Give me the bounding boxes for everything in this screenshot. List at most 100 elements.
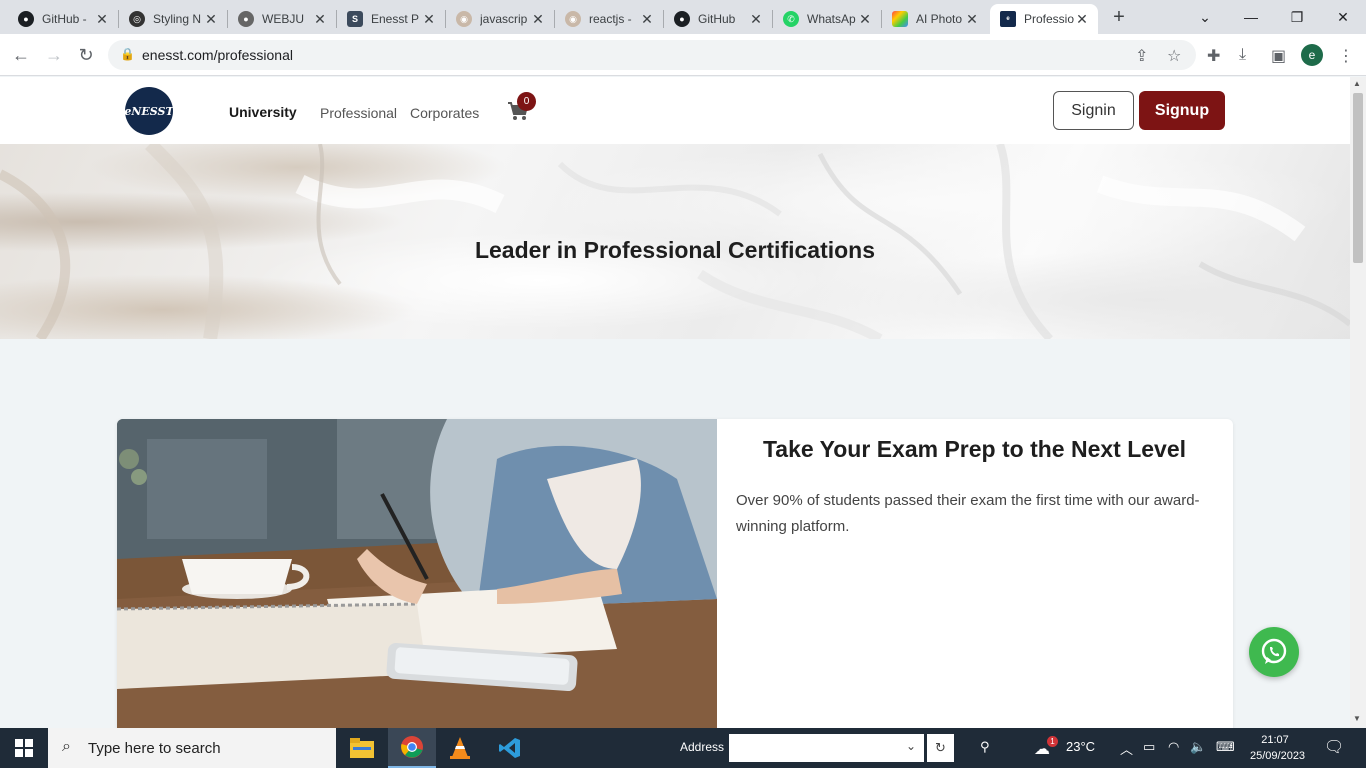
browser-tab-active[interactable]: e Professio ✕	[990, 4, 1098, 34]
keyboard-icon[interactable]: ⌨	[1216, 739, 1235, 755]
close-tab-icon[interactable]: ✕	[421, 11, 437, 28]
ai-photo-icon	[892, 11, 908, 27]
whatsapp-icon	[1261, 638, 1287, 664]
tab-search-icon[interactable]: ⌄	[1182, 4, 1228, 30]
windows-logo-icon	[15, 739, 33, 757]
nav-corporates[interactable]: Corporates	[410, 105, 479, 121]
page-viewport: eNESST University Professional Corporate…	[0, 77, 1350, 728]
wifi-icon[interactable]: ◠	[1168, 739, 1179, 755]
signin-button[interactable]: Signin	[1053, 91, 1134, 130]
address-toolbar-label: Address	[680, 740, 725, 754]
close-window-icon[interactable]: ✕	[1320, 4, 1366, 30]
browser-tab-8[interactable]: ✆ WhatsAp ✕	[773, 4, 881, 34]
volume-icon[interactable]: 🔈	[1190, 739, 1206, 755]
browser-toolbar: ← → ↻ 🔒 enesst.com/professional ⇪ ☆ ✚ ⤓ …	[0, 34, 1366, 76]
hero-title: Leader in Professional Certifications	[474, 237, 876, 263]
new-tab-button[interactable]: +	[1108, 6, 1130, 28]
browser-tab-5[interactable]: ◉ javascrip ✕	[446, 4, 554, 34]
github-icon: ●	[238, 11, 254, 27]
side-panel-icon[interactable]: ▣	[1271, 46, 1286, 66]
url-text[interactable]: enesst.com/professional	[142, 47, 293, 63]
card-title: Take Your Exam Prep to the Next Level	[762, 436, 1187, 462]
browser-tab-2[interactable]: ◎ Styling N ✕	[119, 4, 227, 34]
notifications-icon[interactable]: 🗨	[1324, 737, 1344, 757]
nav-professional[interactable]: Professional	[320, 105, 397, 121]
enesst-s-icon: S	[347, 11, 363, 27]
chevron-down-icon[interactable]: ⌄	[906, 739, 916, 753]
student-studying-image	[117, 419, 717, 728]
close-tab-icon[interactable]: ✕	[312, 11, 328, 28]
whatsapp-chat-button[interactable]	[1249, 627, 1299, 677]
close-tab-icon[interactable]: ✕	[203, 11, 219, 28]
scroll-up-icon[interactable]: ▲	[1353, 79, 1361, 88]
show-hidden-icons-chevron[interactable]: ︿	[1120, 739, 1133, 758]
stackoverflow-icon: ◉	[565, 11, 581, 27]
enesst-logo[interactable]: eNESST	[124, 87, 174, 135]
nav-university[interactable]: University	[229, 104, 297, 120]
weather-alert-badge: 1	[1047, 736, 1058, 747]
page-scrollbar[interactable]: ▲ ▼	[1350, 77, 1366, 728]
browser-tab-4[interactable]: S Enesst P ✕	[337, 4, 445, 34]
vlc-app[interactable]	[436, 728, 484, 768]
taskbar-search-placeholder: Type here to search	[88, 740, 221, 757]
address-bar[interactable]: 🔒 enesst.com/professional ⇪ ☆	[108, 40, 1196, 70]
vscode-icon	[499, 738, 520, 758]
stackoverflow-icon: ◉	[456, 11, 472, 27]
close-tab-icon[interactable]: ✕	[748, 11, 764, 28]
exam-prep-card: Take Your Exam Prep to the Next Level Ov…	[117, 419, 1233, 728]
browser-tab-7[interactable]: ● GitHub ✕	[664, 4, 772, 34]
close-tab-icon[interactable]: ✕	[639, 11, 655, 28]
address-go-button[interactable]: ↻	[927, 734, 954, 762]
site-header: eNESST University Professional Corporate…	[0, 77, 1350, 144]
browser-tab-bar: ● GitHub - ✕ ◎ Styling N ✕ ● WEBJU ✕ S E…	[0, 0, 1366, 34]
close-tab-icon[interactable]: ✕	[857, 11, 873, 28]
browser-tab-1[interactable]: ● GitHub - ✕	[8, 4, 118, 34]
battery-icon[interactable]: ▭	[1143, 739, 1155, 755]
share-icon[interactable]: ⇪	[1135, 46, 1148, 66]
close-tab-icon[interactable]: ✕	[1074, 11, 1090, 28]
close-tab-icon[interactable]: ✕	[94, 11, 110, 28]
forward-arrow-icon[interactable]: →	[42, 43, 66, 67]
whatsapp-icon: ✆	[783, 11, 799, 27]
clock-time: 21:07	[1261, 734, 1289, 746]
cart-count-badge: 0	[517, 92, 536, 111]
browser-tab-9[interactable]: AI Photo ✕	[882, 4, 988, 34]
vlc-cone-icon	[450, 737, 470, 759]
scrollbar-thumb[interactable]	[1353, 93, 1363, 263]
vscode-app[interactable]	[486, 728, 534, 768]
menu-kebab-icon[interactable]: ⋮	[1338, 46, 1354, 66]
search-icon: ⌕	[62, 738, 71, 755]
extensions-puzzle-icon[interactable]: ✚	[1207, 46, 1220, 66]
profile-avatar[interactable]: e	[1301, 44, 1323, 66]
download-icon[interactable]: ⤓	[1239, 46, 1246, 64]
close-tab-icon[interactable]: ✕	[530, 11, 546, 28]
windows-taskbar: ⌕ Type here to search Address ⌄ ↻ ⚲ ☁ 1 …	[0, 728, 1366, 768]
restore-icon[interactable]: ❐	[1274, 4, 1320, 30]
close-tab-icon[interactable]: ✕	[964, 11, 980, 28]
hero-banner: Leader in Professional Certifications	[0, 144, 1350, 339]
folder-icon	[350, 738, 374, 758]
chrome-icon	[401, 736, 423, 758]
file-explorer-app[interactable]	[338, 728, 386, 768]
styling-icon: ◎	[129, 11, 145, 27]
taskbar-clock[interactable]: 21:07 25/09/2023	[1250, 732, 1306, 764]
enesst-logo-icon: e	[1000, 11, 1016, 27]
weather-temperature[interactable]: 23°C	[1066, 739, 1095, 754]
back-arrow-icon[interactable]: ←	[9, 43, 33, 67]
student-illustration	[117, 419, 717, 728]
windows-start-button[interactable]	[0, 728, 48, 768]
browser-tab-6[interactable]: ◉ reactjs - ✕	[555, 4, 663, 34]
taskbar-search-box[interactable]: ⌕ Type here to search	[48, 728, 336, 768]
address-toolbar-input[interactable]: ⌄	[729, 734, 924, 762]
bookmark-star-icon[interactable]: ☆	[1167, 46, 1181, 66]
browser-tab-3[interactable]: ● WEBJU ✕	[228, 4, 336, 34]
clock-date: 25/09/2023	[1250, 750, 1306, 762]
github-icon: ●	[18, 11, 34, 27]
minimize-icon[interactable]: —	[1228, 4, 1274, 30]
reload-icon[interactable]: ↻	[74, 43, 98, 67]
lock-icon[interactable]: 🔒	[120, 47, 135, 61]
chrome-app[interactable]	[388, 728, 436, 768]
people-icon[interactable]: ⚲	[980, 739, 990, 755]
signup-button[interactable]: Signup	[1139, 91, 1225, 130]
scroll-down-icon[interactable]: ▼	[1353, 714, 1361, 723]
